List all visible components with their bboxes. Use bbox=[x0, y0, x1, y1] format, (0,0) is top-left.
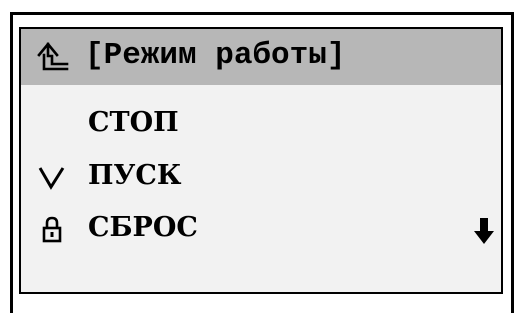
menu-item-label: СБРОС bbox=[88, 212, 198, 243]
menu-item-label: СТОП bbox=[88, 107, 179, 138]
back-arrow-icon[interactable] bbox=[35, 38, 69, 74]
menu-item-reset[interactable]: СБРОС bbox=[21, 206, 501, 250]
lock-icon bbox=[42, 216, 62, 243]
screen-title: [Режим работы] bbox=[85, 38, 346, 73]
lcd-screen: [Режим работы] СТОП ПУСК СБРОС bbox=[19, 27, 503, 294]
selected-check-icon bbox=[38, 167, 65, 190]
menu-item-start[interactable]: ПУСК bbox=[21, 154, 501, 198]
menu-item-stop[interactable]: СТОП bbox=[21, 101, 501, 145]
title-bar: [Режим работы] bbox=[21, 29, 501, 85]
menu-item-label: ПУСК bbox=[88, 160, 182, 191]
scroll-down-arrow-icon[interactable] bbox=[473, 216, 495, 246]
